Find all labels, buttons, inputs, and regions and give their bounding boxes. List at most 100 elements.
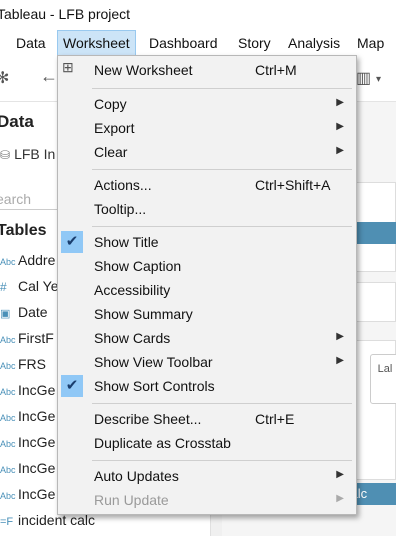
checkmark-icon: ✔ [61,375,83,397]
string-type-icon: Abc [0,335,16,345]
chevron-down-icon[interactable]: ▾ [376,74,381,85]
submenu-arrow-icon: ▶ [336,97,344,108]
menu-item-accessibility[interactable]: Accessibility [58,279,356,303]
field-label: FRS [18,356,46,372]
datasource-item[interactable]: ⛁ LFB In [0,146,55,162]
menu-item-describe-sheet[interactable]: Describe Sheet... Ctrl+E [58,408,356,432]
menu-item-label: Describe Sheet... [94,411,202,427]
title-bar: Tableau - LFB project [0,0,396,30]
field-label: Cal Ye [18,278,59,294]
menu-separator [92,169,352,170]
menu-item-run-update: Run Update ▶ [58,489,356,513]
gear-icon[interactable]: ✻ [0,68,9,88]
string-type-icon: Abc [0,439,16,449]
shortcut-label: Ctrl+E [255,411,295,427]
calc-type-icon: =F [0,516,14,528]
menu-item-label: Show Sort Controls [94,378,215,394]
menu-analysis[interactable]: Analysis [283,30,345,56]
menu-item-show-cards[interactable]: Show Cards ▶ [58,327,356,351]
submenu-arrow-icon: ▶ [336,469,344,480]
shortcut-label: Ctrl+M [255,62,297,78]
menu-map[interactable]: Map [352,30,389,56]
menu-item-label: Export [94,120,135,136]
string-type-icon: Abc [0,413,16,423]
field-item[interactable]: Abc IncGe [0,430,55,454]
menu-item-label: Show Cards [94,330,171,346]
menu-item-label: Clear [94,144,128,160]
field-item[interactable]: # Cal Ye [0,274,58,298]
menu-item-label: Auto Updates [94,468,179,484]
menu-separator [92,226,352,227]
menu-data[interactable]: Data [11,30,51,56]
field-label: FirstF [18,330,54,346]
menu-item-copy[interactable]: Copy ▶ [58,93,356,117]
field-label: IncGe [18,460,56,476]
submenu-arrow-icon: ▶ [336,493,344,504]
submenu-arrow-icon: ▶ [336,121,344,132]
menu-item-label: Show Caption [94,258,182,274]
datasource-icon: ⛁ [0,148,11,162]
menu-item-clear[interactable]: Clear ▶ [58,141,356,165]
back-arrow-icon[interactable]: ← [40,66,58,87]
data-pane-heading: Data [0,112,34,131]
menu-item-new-worksheet[interactable]: ⊞ New Worksheet Ctrl+M [58,59,356,83]
menu-item-show-caption[interactable]: Show Caption [58,255,356,279]
menu-dashboard[interactable]: Dashboard [144,30,223,56]
menu-item-actions[interactable]: Actions... Ctrl+Shift+A [58,174,356,198]
menu-item-auto-updates[interactable]: Auto Updates ▶ [58,465,356,489]
menu-separator [92,460,352,461]
worksheet-menu: ⊞ New Worksheet Ctrl+M Copy ▶ Export ▶ C… [57,55,357,515]
string-type-icon: Abc [0,257,16,267]
submenu-arrow-icon: ▶ [336,145,344,156]
menu-item-label: Duplicate as Crosstab [94,435,231,451]
menu-item-tooltip[interactable]: Tooltip... [58,198,356,222]
menu-item-label: Show Summary [94,306,193,322]
field-item[interactable]: Abc IncGe [0,404,55,428]
tables-heading: Tables [0,222,47,239]
field-item[interactable]: Abc FirstF [0,326,54,350]
field-item[interactable]: Abc IncGe [0,378,55,402]
label-mark-button[interactable]: Lal [370,354,396,404]
new-worksheet-icon: ⊞ [62,59,74,75]
field-item[interactable]: Abc FRS [0,352,46,376]
menu-item-export[interactable]: Export ▶ [58,117,356,141]
menu-item-label: Copy [94,96,127,112]
menu-item-label: Accessibility [94,282,171,298]
menu-separator [92,88,352,89]
chart-add-icon[interactable]: ▥ [356,68,371,88]
string-type-icon: Abc [0,387,16,397]
field-item[interactable]: Abc IncGe [0,456,55,480]
menu-separator [92,403,352,404]
string-type-icon: Abc [0,465,16,475]
menu-item-show-sort-controls[interactable]: ✔ Show Sort Controls [58,375,356,399]
submenu-arrow-icon: ▶ [336,331,344,342]
field-label: IncGe [18,434,56,450]
menu-item-label: Show View Toolbar [94,354,213,370]
window-title: Tableau - LFB project [0,6,131,22]
menu-item-label: Tooltip... [94,201,147,217]
number-type-icon: # [0,280,7,294]
menu-item-duplicate-crosstab[interactable]: Duplicate as Crosstab [58,432,356,456]
menu-item-label: Actions... [94,177,152,193]
menu-bar: Data Worksheet Dashboard Story Analysis … [0,30,396,56]
menu-item-show-title[interactable]: ✔ Show Title [58,231,356,255]
menu-item-show-summary[interactable]: Show Summary [58,303,356,327]
field-item[interactable]: Abc IncGe [0,482,55,506]
menu-story[interactable]: Story [233,30,276,56]
field-label: IncGe [18,486,56,502]
submenu-arrow-icon: ▶ [336,355,344,366]
menu-item-label: New Worksheet [94,62,193,78]
string-type-icon: Abc [0,491,16,501]
shortcut-label: Ctrl+Shift+A [255,177,331,193]
field-item[interactable]: ▣ Date [0,300,48,324]
field-label: Date [18,304,48,320]
datasource-label: LFB In [14,146,56,162]
field-item[interactable]: Abc Addre [0,248,55,272]
menu-item-show-view-toolbar[interactable]: Show View Toolbar ▶ [58,351,356,375]
menu-worksheet[interactable]: Worksheet [57,30,136,56]
field-label: Addre [18,252,56,268]
string-type-icon: Abc [0,361,16,371]
date-type-icon: ▣ [0,308,11,320]
field-label: IncGe [18,382,56,398]
checkmark-icon: ✔ [61,231,83,253]
